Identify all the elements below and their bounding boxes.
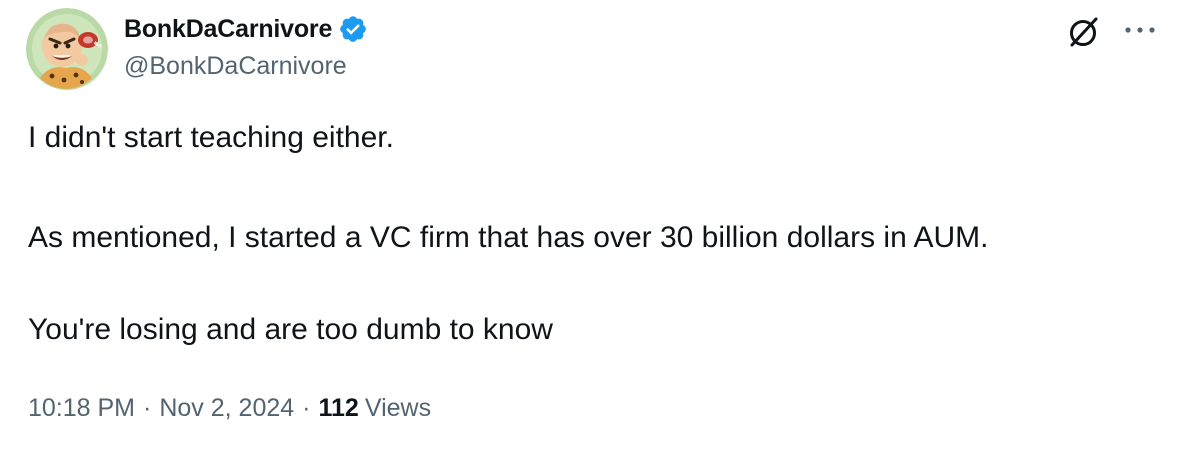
verified-badge-icon[interactable] bbox=[338, 14, 368, 44]
grok-icon[interactable] bbox=[1064, 12, 1104, 52]
views-count: 112 bbox=[318, 394, 359, 422]
tweet-text-line: As mentioned, I started a VC firm that h… bbox=[28, 221, 989, 254]
tweet: BonkDaCarnivore @BonkDaCarnivore I didn'… bbox=[0, 0, 1188, 458]
tweet-date[interactable]: Nov 2, 2024 bbox=[159, 394, 294, 423]
tweet-time[interactable]: 10:18 PM bbox=[28, 394, 135, 423]
author-handle[interactable]: @BonkDaCarnivore bbox=[124, 52, 347, 81]
meta-separator: · bbox=[143, 394, 152, 422]
meta-separator: · bbox=[302, 394, 311, 422]
tweet-meta: 10:18 PM · Nov 2, 2024 · 112 Views bbox=[28, 394, 431, 423]
tweet-text-line: You're losing and are too dumb to know bbox=[28, 313, 553, 346]
tweet-text-line: I didn't start teaching either. bbox=[28, 121, 394, 154]
author-name-row: BonkDaCarnivore bbox=[124, 12, 368, 46]
avatar-image bbox=[26, 8, 108, 90]
views-label: Views bbox=[364, 394, 432, 422]
avatar[interactable] bbox=[26, 8, 108, 90]
more-options-icon[interactable] bbox=[1120, 18, 1160, 42]
author-display-name[interactable]: BonkDaCarnivore bbox=[124, 15, 332, 44]
